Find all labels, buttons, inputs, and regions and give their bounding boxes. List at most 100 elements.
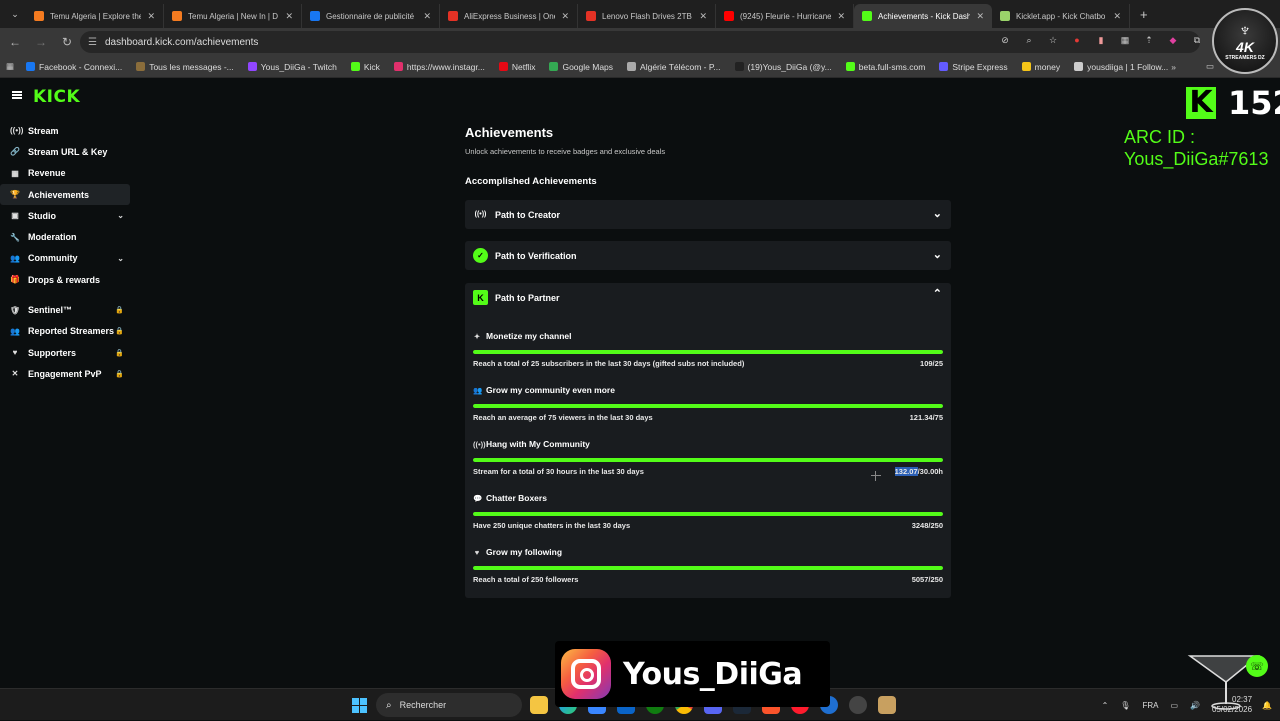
bookmark-star-icon[interactable]: ☆ xyxy=(1046,33,1060,47)
bookmark-label: Netflix xyxy=(511,61,536,72)
address-bar-row: ← → ↻ ☰ dashboard.kick.com/achievements … xyxy=(0,28,1280,56)
all-bookmarks-icon[interactable]: ▭ xyxy=(1206,61,1214,72)
back-icon[interactable]: ← xyxy=(4,35,26,49)
extension-red-icon[interactable]: ● xyxy=(1070,33,1084,47)
bookmark-item[interactable]: money xyxy=(1021,62,1060,72)
chevron-down-icon[interactable]: ⌄ xyxy=(117,211,124,220)
browser-tab[interactable]: Lenovo Flash Drives 2TB U ✕ xyxy=(578,4,716,28)
site-info-icon[interactable]: ☰ xyxy=(88,37,97,48)
tab-close-icon[interactable]: ✕ xyxy=(285,11,293,22)
tab-search-icon[interactable]: ⌄ xyxy=(4,3,26,25)
windows-start-icon[interactable] xyxy=(352,698,367,713)
browser-tab[interactable]: Kicklet.app - Kick Chatbo ✕ xyxy=(992,4,1130,28)
profile-badge[interactable]: ♆ 4K STREAMERS DZ xyxy=(1212,8,1278,74)
bookmark-item[interactable]: (19)Yous_DiiGa (@y... xyxy=(734,61,832,72)
tab-label: (9245) Fleurie - Hurricane xyxy=(740,11,832,21)
bookmark-item[interactable]: yousdiiga | 1 Follow... xyxy=(1074,62,1168,72)
panel-label: Path to Partner xyxy=(495,292,560,303)
sidebar-item-engagement-pvp[interactable]: ✕ Engagement PvP 🔒 xyxy=(0,363,130,384)
panel-label: Path to Verification xyxy=(495,250,577,261)
zoom-icon[interactable]: ⌕ xyxy=(1022,33,1036,47)
menu-icon[interactable] xyxy=(12,91,22,99)
microphone-icon[interactable]: 🎙 xyxy=(1120,701,1130,710)
browser-tab[interactable]: AliExpress Business | One ✕ xyxy=(440,4,578,28)
sidebar-item-moderation[interactable]: 🔧 Moderation xyxy=(0,226,130,247)
obs-icon[interactable] xyxy=(849,696,867,714)
tab-close-icon[interactable]: ✕ xyxy=(837,11,845,22)
progress-bar xyxy=(473,404,943,408)
tab-close-icon[interactable]: ✕ xyxy=(1113,11,1121,22)
chevron-down-icon[interactable]: ⌄ xyxy=(117,254,124,263)
tab-close-icon[interactable]: ✕ xyxy=(561,11,569,22)
browser-tab[interactable]: Temu Algeria | Explore the ✕ xyxy=(26,4,164,28)
sidebar-item-stream[interactable]: ((•)) Stream xyxy=(0,120,130,141)
bookmark-item[interactable]: Stripe Express xyxy=(939,62,1008,72)
achievement-goal: ♥ Grow my following Reach a total of 250 f… xyxy=(465,543,951,597)
bookmark-favicon-icon xyxy=(247,62,257,71)
chevron-down-icon[interactable]: ⌄ xyxy=(933,207,942,220)
sidebar-item-achievements[interactable]: 🏆 Achievements xyxy=(0,183,130,206)
browser-tab[interactable]: Gestionnaire de publicité ✕ xyxy=(302,4,440,28)
sidebar-item-supporters[interactable]: ♥ Supporters 🔒 xyxy=(0,342,130,363)
tray-chevron-icon[interactable]: ⌃ xyxy=(1102,701,1109,710)
browser-tab[interactable]: (9245) Fleurie - Hurricane ✕ xyxy=(716,4,854,28)
forward-icon[interactable]: → xyxy=(30,35,52,49)
apps-grid-icon[interactable]: ▦ xyxy=(6,61,14,72)
extension-bottle-icon[interactable]: ▮ xyxy=(1094,33,1108,47)
goal-title-text: Grow my following xyxy=(486,547,563,557)
sidebar-item-stream-url-key[interactable]: 🔗 Stream URL & Key xyxy=(0,141,130,162)
sidebar-item-icon: 🛡 xyxy=(10,305,21,315)
bookmark-item[interactable]: Netflix xyxy=(498,61,536,72)
bookmark-item[interactable]: Kick xyxy=(350,61,380,72)
bookmark-label: (19)Yous_DiiGa (@y... xyxy=(747,61,832,72)
bookmark-item[interactable]: Tous les messages -... xyxy=(136,62,234,72)
bookmark-label: Kick xyxy=(363,61,380,72)
bookmark-item[interactable]: Google Maps xyxy=(549,62,613,72)
browser-tab[interactable]: Achievements - Kick Dash ✕ xyxy=(854,4,992,28)
tab-close-icon[interactable]: ✕ xyxy=(699,11,707,22)
extensions-puzzle-icon[interactable]: ⧉ xyxy=(1190,33,1204,47)
bookmark-item[interactable]: https://www.instagr... xyxy=(393,62,485,72)
sidebar-item-drops-rewards[interactable]: 🎁 Drops & rewards xyxy=(0,269,130,290)
chevron-up-icon[interactable]: ⌃ xyxy=(933,287,942,300)
overlay-kick-count: 152 xyxy=(1228,84,1280,122)
tab-favicon-icon xyxy=(34,11,44,21)
extension-grid-icon[interactable]: ▦ xyxy=(1118,33,1132,47)
chevron-down-icon[interactable]: ⌄ xyxy=(933,248,942,261)
language-indicator[interactable]: FRA xyxy=(1142,701,1158,710)
tab-close-icon[interactable]: ✕ xyxy=(147,11,155,22)
tab-close-icon[interactable]: ✕ xyxy=(423,11,431,22)
tab-close-icon[interactable]: ✕ xyxy=(976,11,984,22)
sidebar-item-community[interactable]: 👥 Community ⌄ xyxy=(0,248,130,269)
reload-icon[interactable]: ↻ xyxy=(56,35,78,49)
sidebar-item-icon: 🔧 xyxy=(10,232,20,242)
bookmark-item[interactable]: Facebook - Connexi... xyxy=(26,62,122,72)
extension-arrow-icon[interactable]: ⇡ xyxy=(1142,33,1156,47)
bookmark-item[interactable]: Yous_DiiGa - Twitch xyxy=(247,62,337,72)
goal-title-text: Chatter Boxers xyxy=(486,493,547,503)
network-icon[interactable]: ▭ xyxy=(1170,701,1178,710)
sidebar-item-revenue[interactable]: ▦ Revenue xyxy=(0,163,130,184)
notifications-icon[interactable]: 🔔 xyxy=(1262,701,1272,710)
panel-path-to-creator[interactable]: ((•)) Path to Creator ⌄ xyxy=(465,200,951,229)
panel-path-to-partner[interactable]: K Path to Partner ⌃ ✦ Monetize my channel… xyxy=(465,283,951,598)
taskbar-search[interactable]: ⌕ Rechercher xyxy=(376,693,522,717)
tracking-off-icon[interactable]: ⊘ xyxy=(998,33,1012,47)
browser-tab[interactable]: Temu Algeria | New In | D ✕ xyxy=(164,4,302,28)
sidebar-item-reported-streamers[interactable]: 👥 Reported Streamers 🔒 xyxy=(0,321,130,342)
panel-path-to-verification[interactable]: ✓ Path to Verification ⌄ xyxy=(465,241,951,270)
bookmark-favicon-icon xyxy=(734,62,744,71)
goal-title-text: Grow my community even more xyxy=(486,385,615,395)
chat-bubble-icon[interactable]: ☏ xyxy=(1246,655,1268,677)
tab-favicon-icon xyxy=(586,11,596,21)
streamer-app-icon[interactable] xyxy=(878,696,896,714)
extension-pink-icon[interactable]: ◆ xyxy=(1166,33,1180,47)
sidebar-item-studio[interactable]: ▣ Studio ⌄ xyxy=(0,205,130,226)
bookmark-item[interactable]: Algérie Télécom - P... xyxy=(627,62,721,72)
file-explorer-icon[interactable] xyxy=(530,696,548,714)
kick-logo[interactable]: KICK xyxy=(33,87,80,107)
more-bookmarks-icon[interactable]: » xyxy=(1171,62,1176,72)
new-tab-button[interactable]: + xyxy=(1140,7,1148,22)
sidebar-item-sentinel[interactable]: 🛡 Sentinel™ 🔒 xyxy=(0,299,130,320)
bookmark-item[interactable]: beta.full-sms.com xyxy=(845,62,925,72)
